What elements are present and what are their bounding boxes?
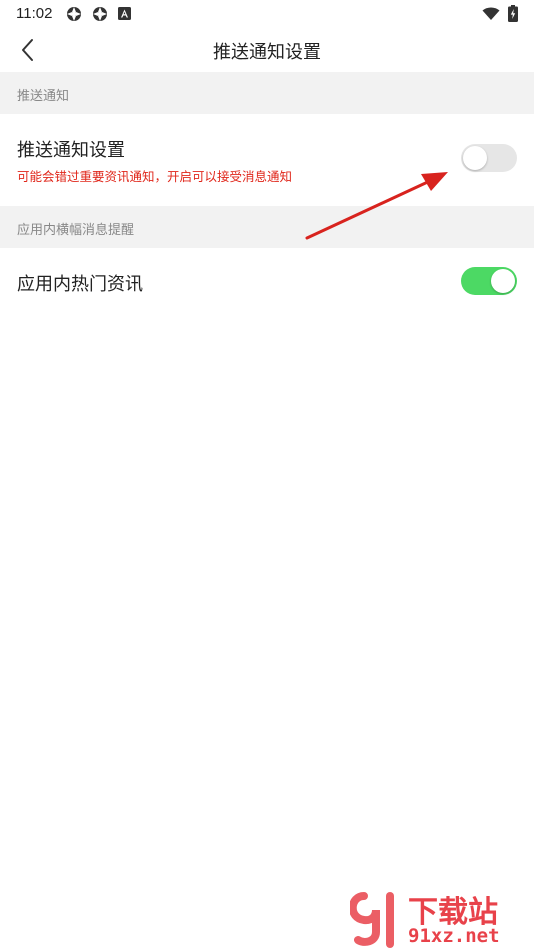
setting-row-push-notification: 推送通知设置 可能会错过重要资讯通知，开启可以接受消息通知	[0, 114, 534, 206]
section-header-label: 应用内横幅消息提醒	[17, 223, 135, 238]
page-title: 推送通知设置	[213, 42, 321, 63]
status-bar: 11:02	[0, 0, 534, 28]
section-header-in-app-banner: 应用内横幅消息提醒	[0, 206, 534, 248]
app-notification-icon	[93, 7, 107, 21]
font-app-icon	[118, 7, 131, 20]
setting-warning-subtitle: 可能会错过重要资讯通知，开启可以接受消息通知	[17, 169, 293, 184]
watermark-logo: 下载站 91xz.net	[348, 892, 500, 948]
toggle-knob	[491, 269, 515, 293]
app-header: 推送通知设置	[0, 28, 534, 72]
wifi-icon	[482, 7, 500, 20]
status-time: 11:02	[16, 5, 53, 22]
setting-row-hot-news: 应用内热门资讯	[0, 248, 534, 314]
section-header-push: 推送通知	[0, 72, 534, 114]
watermark-domain: 91xz.net	[408, 925, 500, 947]
settings-screen: 11:02 推送通知设置 推送通知 推送通知设置 可能会错过重要资讯通知，开启可…	[0, 0, 534, 950]
toggle-knob	[463, 146, 487, 170]
setting-title: 应用内热门资讯	[17, 274, 143, 295]
battery-charging-icon	[508, 5, 518, 22]
app-notification-icon	[67, 7, 81, 21]
hot-news-toggle[interactable]	[461, 267, 517, 295]
section-header-label: 推送通知	[17, 89, 70, 104]
site-watermark: 下载站 91xz.net	[348, 888, 530, 948]
setting-title: 推送通知设置	[17, 140, 125, 161]
push-notification-toggle[interactable]	[461, 144, 517, 172]
